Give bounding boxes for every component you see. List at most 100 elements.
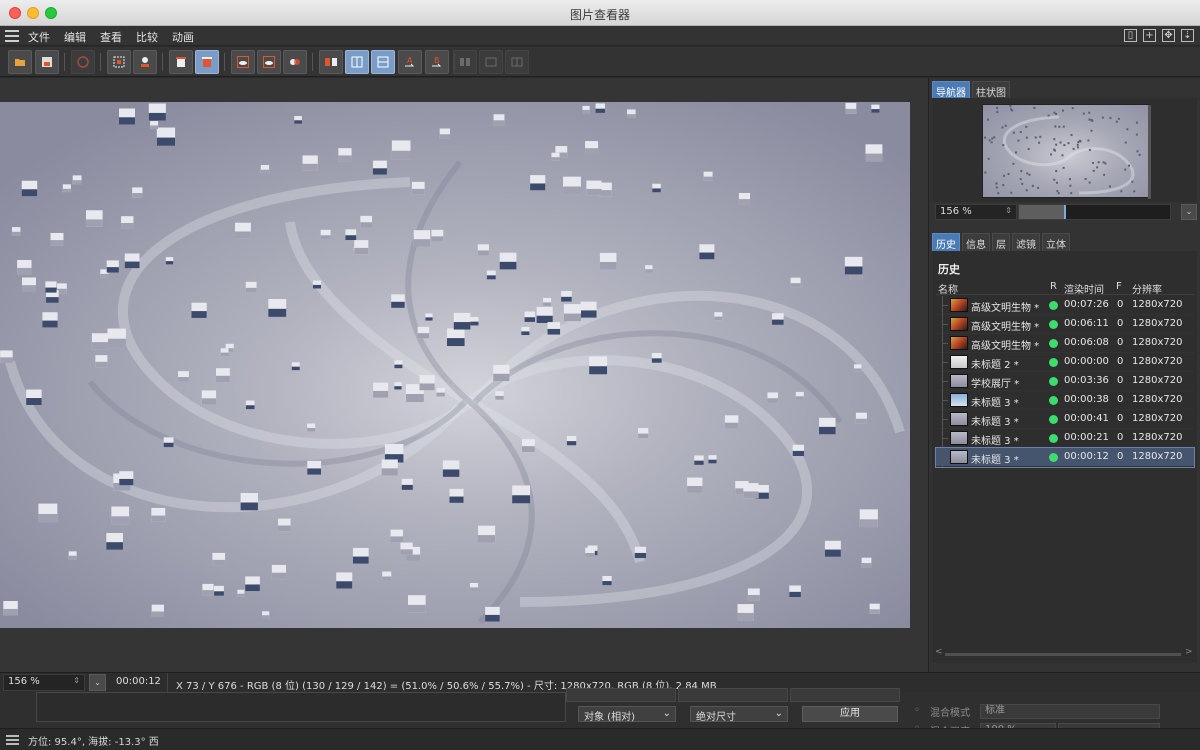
cube-shape: [824, 540, 841, 557]
cube-shape: [602, 575, 612, 586]
history-row[interactable]: 未标题 3 * 00:00:21 0 1280x720: [936, 429, 1194, 448]
history-scrollbar[interactable]: < >: [935, 647, 1193, 659]
history-row[interactable]: 未标题 3 * 00:00:41 0 1280x720: [936, 410, 1194, 429]
thumbnail-cube-shape: [1109, 117, 1112, 120]
cube-shape: [530, 175, 546, 191]
menu-file[interactable]: 文件: [28, 29, 50, 45]
column-name[interactable]: 名称: [938, 281, 958, 296]
menu-bar: 文件 编辑 查看 比较 动画 ▯ + ✥ ⇣: [0, 26, 1200, 46]
ab-compare-button[interactable]: [319, 50, 343, 74]
cube-shape: [737, 604, 754, 621]
column-r[interactable]: R: [1050, 281, 1057, 292]
cube-shape: [747, 588, 760, 601]
menu-compare[interactable]: 比较: [136, 29, 158, 45]
set-a-button[interactable]: A: [398, 50, 422, 74]
preview-b-button[interactable]: [257, 50, 281, 74]
show-a-button[interactable]: [479, 50, 503, 74]
swap-ab-button[interactable]: [453, 50, 477, 74]
cube-shape: [634, 546, 647, 559]
history-row[interactable]: 高级文明生物 * 00:06:08 0 1280x720: [936, 334, 1194, 353]
pin-icon[interactable]: ⇣: [1181, 29, 1194, 42]
panel-toggle-icon[interactable]: ▯: [1124, 29, 1137, 42]
history-row[interactable]: 未标题 3 * 00:00:38 0 1280x720: [936, 391, 1194, 410]
cube-shape: [470, 316, 479, 326]
cube-shape: [714, 312, 723, 321]
stop-render-button[interactable]: [71, 50, 95, 74]
cube-shape: [260, 165, 270, 174]
hamburger-menu-icon[interactable]: [5, 30, 19, 42]
cube-shape: [313, 280, 321, 289]
cube-shape: [148, 103, 166, 121]
cube-shape: [478, 525, 496, 543]
thumbnail-cube-shape: [1009, 105, 1012, 108]
background-coord-field[interactable]: [566, 688, 676, 702]
navigator-zoom-row: 156 % ⇕ ⌄: [932, 204, 1197, 220]
background-coord-field-2[interactable]: [678, 688, 788, 702]
open-file-button[interactable]: [8, 50, 32, 74]
scroll-left-icon[interactable]: <: [935, 647, 943, 657]
menu-animation[interactable]: 动画: [172, 29, 194, 45]
thumbnail-cube-shape: [1068, 178, 1071, 181]
side-panel: 导航器 柱状图 156 % ⇕ ⌄ 历史 信息 层 滤镜 立体 历史 名称 R …: [928, 78, 1200, 672]
new-window-icon[interactable]: +: [1143, 29, 1156, 42]
menu-edit[interactable]: 编辑: [64, 29, 86, 45]
show-b-button[interactable]: [505, 50, 529, 74]
navigator-zoom-field[interactable]: 156 % ⇕: [935, 204, 1017, 220]
status-zoom-dropdown[interactable]: ⌄: [89, 674, 106, 691]
thumbnail-cube-shape: [1003, 174, 1006, 177]
apply-button[interactable]: 应用: [802, 706, 898, 722]
chevron-down-icon: ⌄: [1185, 207, 1193, 216]
radio-dot-icon[interactable]: ◦: [914, 705, 920, 716]
menu-view[interactable]: 查看: [100, 29, 122, 45]
thumbnail-cube-shape: [1076, 146, 1079, 149]
cube-shape: [792, 444, 805, 457]
preview-a-button[interactable]: [231, 50, 255, 74]
render-region-button[interactable]: [107, 50, 131, 74]
history-row[interactable]: 未标题 3 * 00:00:12 0 1280x720: [935, 447, 1195, 468]
ab-compare-icon: [325, 58, 337, 66]
background-coord-field-3[interactable]: [790, 688, 900, 702]
spinner-icon[interactable]: ⇕: [1005, 206, 1012, 215]
navigator-thumbnail[interactable]: [982, 104, 1151, 199]
history-row[interactable]: 高级文明生物 * 00:07:26 0 1280x720: [936, 296, 1194, 315]
history-row-time: 00:06:11: [1064, 318, 1109, 329]
column-f[interactable]: F: [1116, 281, 1122, 292]
thumbnail-cube-shape: [1002, 144, 1005, 147]
status-zoom-field[interactable]: 156 % ⇕: [3, 674, 85, 691]
spinner-icon[interactable]: ⇕: [73, 676, 80, 685]
render-thumbnail: [950, 450, 968, 464]
blend-mode-select[interactable]: 标准: [980, 704, 1160, 719]
thumbnail-cube-shape: [1072, 147, 1075, 150]
stereo-preview-button[interactable]: [283, 50, 307, 74]
navigator-options-button[interactable]: ⌄: [1181, 204, 1197, 220]
cube-shape: [819, 417, 836, 435]
hamburger-menu-icon[interactable]: [6, 735, 19, 747]
scroll-right-icon[interactable]: >: [1185, 647, 1193, 657]
navigator-zoom-slider[interactable]: [1018, 204, 1171, 220]
delete-all-button[interactable]: [195, 50, 219, 74]
move-icon[interactable]: ✥: [1162, 29, 1175, 42]
column-render-time[interactable]: 渲染时间: [1064, 281, 1104, 296]
history-scroll-track[interactable]: [945, 653, 1181, 656]
history-row[interactable]: 未标题 2 * 00:00:00 0 1280x720: [936, 353, 1194, 372]
cube-shape: [861, 557, 872, 568]
thumbnail-cube-shape: [1010, 191, 1013, 194]
image-viewport[interactable]: < >: [0, 78, 928, 743]
save-file-button[interactable]: [35, 50, 59, 74]
cube-shape: [439, 128, 451, 139]
render-object-button[interactable]: [133, 50, 157, 74]
delete-image-button[interactable]: [169, 50, 193, 74]
cube-shape: [855, 412, 867, 424]
coord-mode-select[interactable]: 对象 (相对) ⌄: [578, 706, 676, 723]
column-resolution[interactable]: 分辨率: [1132, 281, 1162, 296]
history-row-f: 0: [1117, 337, 1124, 348]
split-vertical-button[interactable]: [345, 50, 369, 74]
cube-shape: [551, 152, 560, 161]
slider-handle[interactable]: [1064, 205, 1067, 219]
set-b-button[interactable]: B: [425, 50, 449, 74]
history-row[interactable]: 学校展厅 * 00:03:36 0 1280x720: [936, 372, 1194, 391]
split-horizontal-button[interactable]: [371, 50, 395, 74]
history-row[interactable]: 高级文明生物 * 00:06:11 0 1280x720: [936, 315, 1194, 334]
set-a-icon: A: [405, 56, 415, 67]
size-mode-select[interactable]: 绝对尺寸 ⌄: [690, 706, 788, 723]
